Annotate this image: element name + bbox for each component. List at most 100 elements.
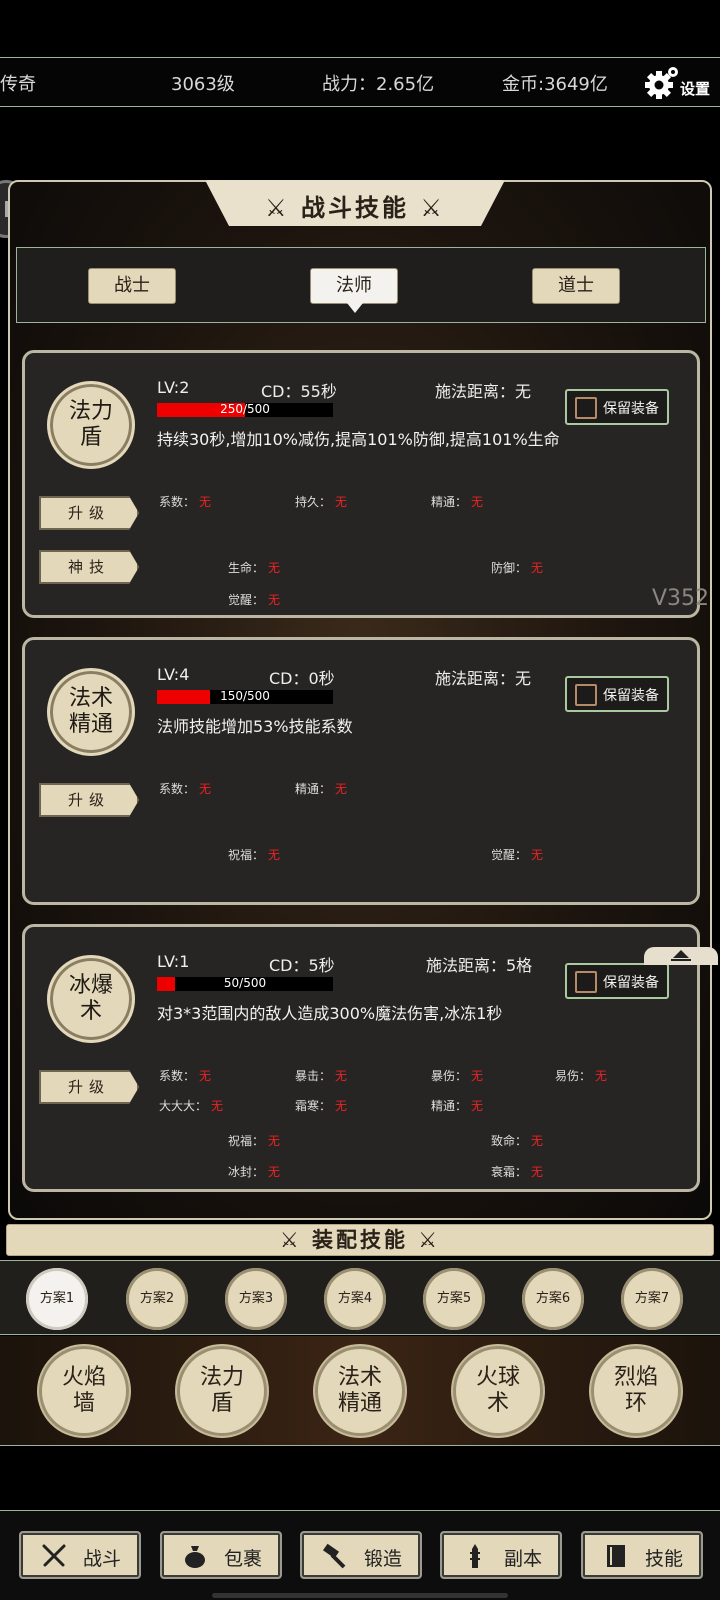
stat-item: 易伤：无 <box>555 1069 608 1083</box>
collapse-arrow-button[interactable] <box>644 947 718 965</box>
progress-text: 250/500 <box>220 402 270 416</box>
checkbox[interactable] <box>575 397 597 419</box>
stat-item: 精通：无 <box>295 782 348 796</box>
home-indicator <box>212 1593 508 1598</box>
checkbox[interactable] <box>575 971 597 993</box>
skill-range: 施法距离：无 <box>435 669 532 688</box>
skill-description: 对3*3范围内的敌人造成300%魔法伤害,冰冻1秒 <box>157 1004 503 1023</box>
class-tabs: 战士 法师 道士 <box>16 247 706 323</box>
top-status-bar: 传奇 3063级 战力：2.65亿 金币:3649亿 设置 <box>0 57 720 107</box>
stat-item: 持久：无 <box>295 495 348 509</box>
skill-cooldown: CD：55秒 <box>261 382 337 401</box>
combat-power: 战力：2.65亿 <box>322 74 435 95</box>
keep-equipment-toggle[interactable]: 保留装备 <box>565 676 669 712</box>
tab-warrior[interactable]: 战士 <box>88 268 176 304</box>
equip-skills-title: ⚔ 装配技能 ⚔ <box>6 1224 714 1256</box>
equipped-skills-row: 火焰墙 法力盾 法术精通 火球术 烈焰环 <box>0 1336 720 1446</box>
upgrade-button[interactable]: 升级 <box>39 783 139 817</box>
upgrade-button[interactable]: 升级 <box>39 1070 139 1104</box>
skill-level: LV:1 <box>157 952 190 971</box>
skill-range: 施法距离：无 <box>435 382 532 401</box>
skill-card: 冰爆术 LV:1 CD：5秒 施法距离：5格 50/500 对3*3范围内的敌人… <box>22 924 700 1192</box>
plan-selector: 方案1 方案2 方案3 方案4 方案5 方案6 方案7 <box>0 1260 720 1335</box>
nav-battle[interactable]: 战斗 <box>19 1531 141 1579</box>
equipped-skill-slot[interactable]: 烈焰环 <box>591 1346 681 1436</box>
nav-label: 锻造 <box>364 1548 403 1570</box>
stat-item: 暴击：无 <box>295 1069 348 1083</box>
nav-forge[interactable]: 锻造 <box>300 1531 422 1579</box>
equipped-skill-slot[interactable]: 法力盾 <box>177 1346 267 1436</box>
tab-mage[interactable]: 法师 <box>310 268 398 313</box>
keep-equipment-toggle[interactable]: 保留装备 <box>565 963 669 999</box>
crossed-swords-icon: ⚔ <box>408 1228 441 1252</box>
plan-button[interactable]: 方案5 <box>423 1268 485 1330</box>
stat-item: 系数：无 <box>159 782 212 796</box>
stat-item: 祝福：无 <box>228 848 281 862</box>
keep-equipment-label: 保留装备 <box>603 688 659 704</box>
game-title: 传奇 <box>0 74 36 95</box>
stat-item: 大大大：无 <box>159 1099 224 1113</box>
keep-equipment-toggle[interactable]: 保留装备 <box>565 389 669 425</box>
crossed-swords-icon: ⚔ <box>409 194 445 222</box>
version-label: V352 <box>652 586 710 611</box>
skill-card: 法术精通 LV:4 CD：0秒 施法距离：无 150/500 法师技能增加53%… <box>22 637 700 905</box>
progress-text: 150/500 <box>220 689 270 703</box>
plan-button[interactable]: 方案1 <box>26 1268 88 1330</box>
checkbox[interactable] <box>575 684 597 706</box>
plan-button[interactable]: 方案7 <box>621 1268 683 1330</box>
equipped-skill-slot[interactable]: 火球术 <box>453 1346 543 1436</box>
stat-item: 精通：无 <box>431 495 484 509</box>
player-level: 3063级 <box>171 74 235 95</box>
skill-badge: 法术精通 <box>47 668 135 756</box>
plan-button[interactable]: 方案2 <box>126 1268 188 1330</box>
panel-title: ⚔ 战斗技能 ⚔ <box>265 194 445 222</box>
nav-skills[interactable]: 技能 <box>581 1531 703 1579</box>
tower-icon <box>470 1544 480 1568</box>
skill-progress-bar: 250/500 <box>157 402 333 417</box>
stat-item: 冰封：无 <box>228 1165 281 1179</box>
crossed-swords-icon: ⚔ <box>279 1228 312 1252</box>
progress-text: 50/500 <box>223 976 267 990</box>
tab-taoist[interactable]: 道士 <box>532 268 620 304</box>
stat-item: 生命：无 <box>228 561 281 575</box>
skill-range: 施法距离：5格 <box>426 956 533 975</box>
stat-item: 霜寒：无 <box>295 1099 348 1113</box>
equipped-skill-slot[interactable]: 法术精通 <box>315 1346 405 1436</box>
stat-item: 觉醒：无 <box>228 593 281 607</box>
stat-item: 祝福：无 <box>228 1134 281 1148</box>
stat-item: 系数：无 <box>159 495 212 509</box>
plan-button[interactable]: 方案4 <box>324 1268 386 1330</box>
keep-equipment-label: 保留装备 <box>603 975 659 991</box>
nav-dungeon[interactable]: 副本 <box>440 1531 562 1579</box>
stat-item: 系数：无 <box>159 1069 212 1083</box>
skill-cooldown: CD：5秒 <box>269 956 335 975</box>
skill-cooldown: CD：0秒 <box>269 669 335 688</box>
settings-label[interactable]: 设置 <box>680 78 710 99</box>
keep-equipment-label: 保留装备 <box>603 401 659 417</box>
crossed-swords-icon <box>42 1544 66 1567</box>
stat-item: 防御：无 <box>491 561 544 575</box>
stat-item: 暴伤：无 <box>431 1069 484 1083</box>
skill-progress-bar: 150/500 <box>157 689 333 704</box>
stat-item: 精通：无 <box>431 1099 484 1113</box>
skill-level: LV:2 <box>157 378 190 397</box>
skill-card: 法力盾 LV:2 CD：55秒 施法距离：无 250/500 持续30秒,增加1… <box>22 350 700 618</box>
skill-level: LV:4 <box>157 665 190 684</box>
plan-button[interactable]: 方案3 <box>225 1268 287 1330</box>
nav-bag[interactable]: 包裹 <box>160 1531 282 1579</box>
stat-item: 衰霜：无 <box>491 1165 544 1179</box>
gold-amount: 金币:3649亿 <box>502 74 608 95</box>
gear-icon[interactable] <box>644 66 678 100</box>
nav-label: 副本 <box>504 1548 543 1570</box>
stat-item: 觉醒：无 <box>491 848 544 862</box>
upgrade-button[interactable]: 升级 <box>39 496 139 530</box>
equipped-skill-slot[interactable]: 火焰墙 <box>39 1346 129 1436</box>
god-skill-button[interactable]: 神技 <box>39 550 139 584</box>
crossed-swords-icon: ⚔ <box>265 194 301 222</box>
nav-label: 包裹 <box>224 1548 263 1570</box>
skill-badge: 法力盾 <box>47 381 135 469</box>
plan-button[interactable]: 方案6 <box>522 1268 584 1330</box>
book-icon <box>607 1545 625 1567</box>
bag-icon <box>185 1546 205 1568</box>
nav-label: 技能 <box>645 1548 684 1570</box>
